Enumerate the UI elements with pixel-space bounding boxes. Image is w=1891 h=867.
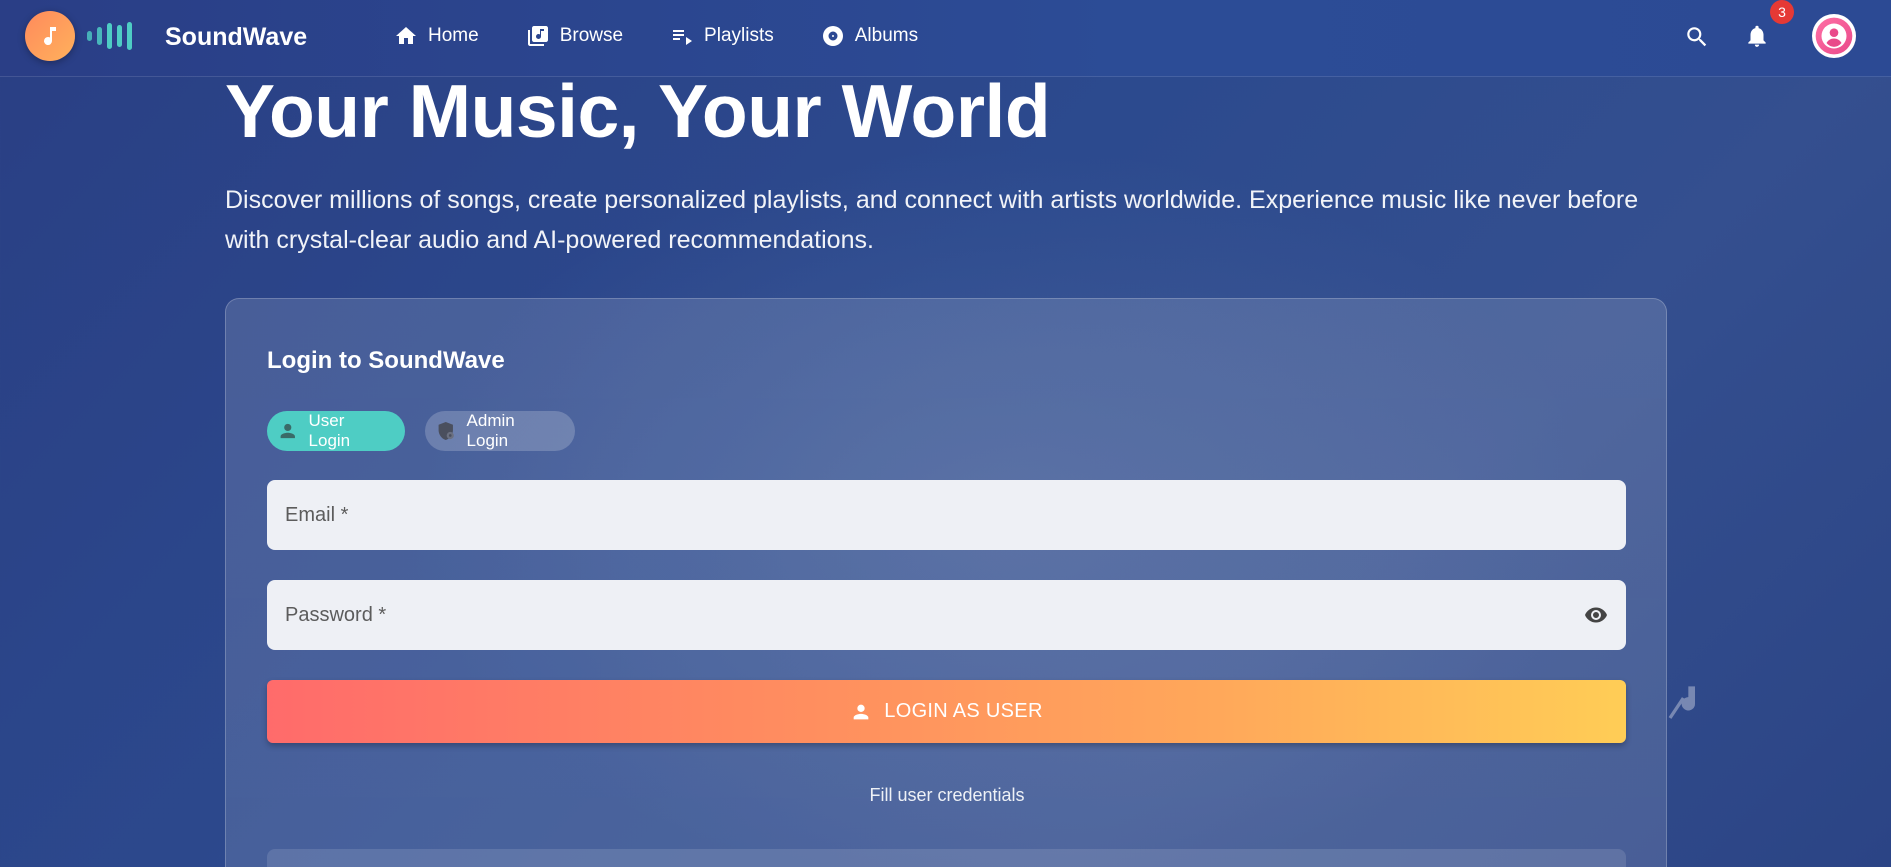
nav-label: Albums xyxy=(854,25,919,46)
account-icon xyxy=(1815,17,1853,55)
login-button-label: LOGIN AS USER xyxy=(884,700,1043,722)
tab-label: Admin Login xyxy=(466,411,515,450)
library-music-icon xyxy=(527,26,548,46)
secondary-panel xyxy=(267,849,1626,867)
nav-item-home[interactable]: Home xyxy=(394,22,479,50)
password-field[interactable] xyxy=(267,580,1626,650)
nav-item-browse[interactable]: Browse xyxy=(526,22,623,50)
tab-user-login[interactable]: User Login xyxy=(267,411,405,451)
login-card: Login to SoundWave User Login Admin Logi… xyxy=(225,298,1667,867)
tab-admin-login[interactable]: Admin Login xyxy=(425,411,575,451)
search-button[interactable] xyxy=(1682,22,1712,52)
nav-item-albums[interactable]: Albums xyxy=(821,22,918,50)
notification-badge: 3 xyxy=(1770,0,1794,24)
main-nav: Home Browse Playlists Albums xyxy=(394,22,965,50)
top-app-bar: SoundWave Home Browse Playlists Albums 3 xyxy=(0,0,1891,77)
search-icon xyxy=(1687,27,1707,47)
brand-name[interactable]: SoundWave xyxy=(165,23,307,52)
nav-item-playlists[interactable]: Playlists xyxy=(670,22,774,50)
hero-title: Your Music, Your World xyxy=(225,69,1051,153)
person-icon xyxy=(853,704,869,719)
fill-credentials-link[interactable]: Fill user credentials xyxy=(226,785,1668,806)
login-title: Login to SoundWave xyxy=(267,347,505,374)
avatar[interactable] xyxy=(1812,14,1856,58)
notifications-button[interactable] xyxy=(1742,21,1772,51)
nav-label: Playlists xyxy=(704,25,774,46)
music-note-icon xyxy=(44,27,56,46)
toggle-password-visibility[interactable] xyxy=(1582,603,1610,632)
person-icon xyxy=(280,423,295,439)
home-icon xyxy=(396,27,416,44)
bell-icon xyxy=(1748,25,1766,47)
admin-shield-icon xyxy=(438,422,454,440)
nav-label: Browse xyxy=(559,25,624,46)
hero-subtitle: Discover millions of songs, create perso… xyxy=(225,186,1639,254)
sound-wave-icon xyxy=(87,22,132,50)
album-icon xyxy=(822,26,843,46)
email-field[interactable] xyxy=(267,480,1626,550)
floating-music-note-icon xyxy=(1660,683,1700,728)
login-button[interactable]: LOGIN AS USER xyxy=(267,680,1626,743)
playlist-play-icon xyxy=(673,30,693,45)
tab-label: User Login xyxy=(308,411,351,450)
eye-icon xyxy=(1585,607,1607,623)
logo[interactable] xyxy=(25,11,75,61)
nav-label: Home xyxy=(428,25,479,46)
